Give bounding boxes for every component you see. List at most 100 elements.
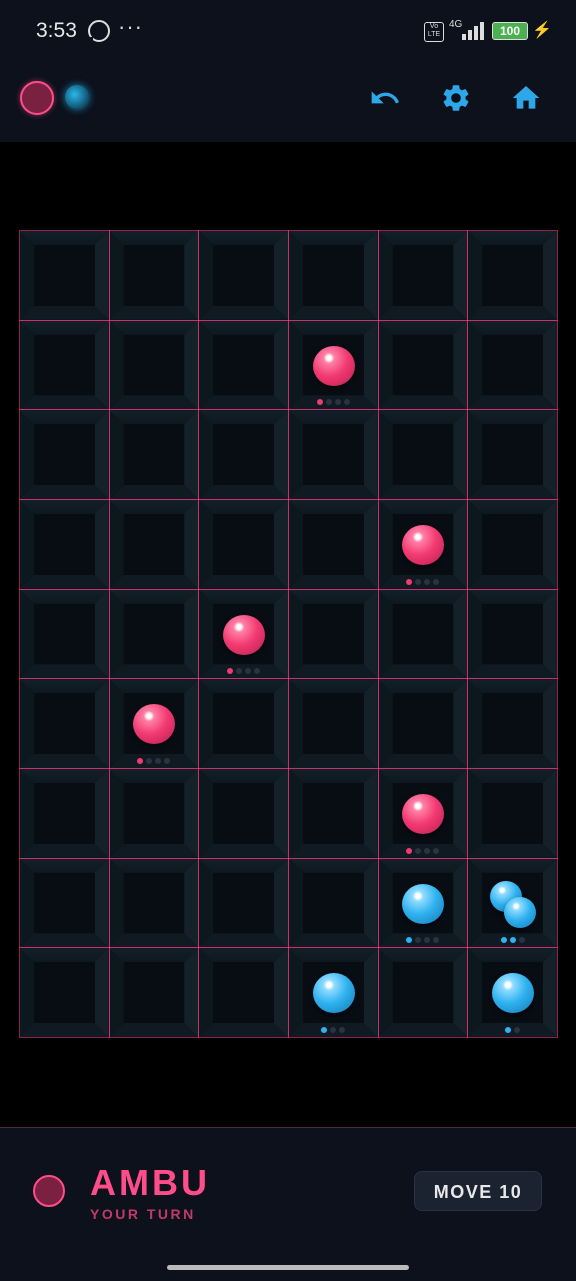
board-cell[interactable]: [467, 409, 558, 500]
board-cell[interactable]: [377, 947, 469, 1038]
board-cell[interactable]: [288, 499, 379, 590]
board-cell[interactable]: [377, 499, 469, 590]
board-cell[interactable]: [377, 857, 469, 949]
board-cell[interactable]: [108, 768, 200, 859]
turn-status: YOUR TURN: [90, 1206, 196, 1222]
board-cell[interactable]: [198, 947, 289, 1038]
home-icon[interactable]: [510, 82, 542, 114]
board-cell[interactable]: [19, 588, 110, 680]
board-cell[interactable]: [19, 857, 110, 949]
board-cell[interactable]: [108, 230, 200, 321]
board-cell[interactable]: [19, 230, 110, 321]
orb-capacity-indicator: [379, 578, 468, 585]
board-cell[interactable]: [19, 499, 110, 590]
game-top-bar: [0, 64, 576, 142]
board-cell[interactable]: [377, 319, 469, 411]
status-time: 3:53: [36, 19, 77, 42]
board-cell[interactable]: [108, 499, 200, 590]
capacity-pip: [236, 668, 243, 675]
capacity-pip: [433, 847, 440, 854]
board-cell[interactable]: [467, 319, 558, 411]
board-cell[interactable]: [19, 319, 110, 411]
capacity-pip: [227, 668, 234, 675]
capacity-pip: [155, 757, 162, 764]
board-cell[interactable]: [377, 678, 469, 769]
board-cell[interactable]: [377, 768, 469, 859]
orb-capacity-indicator: [468, 1026, 557, 1033]
board-cell[interactable]: [288, 319, 379, 411]
orb-capacity-indicator: [379, 847, 468, 854]
board-cell[interactable]: [288, 857, 379, 949]
board-cell[interactable]: [108, 588, 200, 680]
player2-indicator: [65, 85, 89, 109]
move-counter-badge: MOVE 10: [414, 1171, 542, 1211]
home-indicator-bar[interactable]: [167, 1265, 409, 1270]
capacity-pip: [505, 1026, 512, 1033]
board-cell[interactable]: [19, 768, 110, 859]
board-cell[interactable]: [467, 588, 558, 680]
board-cell[interactable]: [288, 678, 379, 769]
capacity-pip: [415, 937, 422, 944]
board-cell[interactable]: [198, 319, 289, 411]
blue-orb: [312, 973, 355, 1014]
capacity-pip: [514, 1026, 521, 1033]
blue-orb: [504, 896, 537, 928]
board-cell[interactable]: [288, 230, 379, 321]
board-cell[interactable]: [288, 409, 379, 500]
player-name: AMBU: [90, 1162, 210, 1203]
board-cell[interactable]: [467, 857, 558, 949]
board-cell[interactable]: [198, 230, 289, 321]
orb-capacity-indicator: [379, 937, 468, 944]
board-cell[interactable]: [467, 678, 558, 769]
board-cell[interactable]: [198, 499, 289, 590]
board-cell[interactable]: [288, 947, 379, 1038]
capacity-pip: [339, 1026, 346, 1033]
board-cell[interactable]: [108, 947, 200, 1038]
capacity-pip: [415, 847, 422, 854]
orb-capacity-indicator: [289, 399, 378, 406]
orb-capacity-indicator: [199, 668, 288, 675]
board-cell[interactable]: [108, 857, 200, 949]
board-cell[interactable]: [19, 678, 110, 769]
capacity-pip: [424, 937, 431, 944]
board-cell[interactable]: [467, 499, 558, 590]
pink-orb: [312, 345, 355, 386]
settings-gear-icon[interactable]: [440, 82, 472, 114]
capacity-pip: [245, 668, 252, 675]
capacity-pip: [321, 1026, 328, 1033]
board-cell[interactable]: [198, 588, 289, 680]
board-cell[interactable]: [198, 768, 289, 859]
board-cell[interactable]: [288, 768, 379, 859]
board-cell[interactable]: [377, 230, 469, 321]
capacity-pip: [424, 578, 431, 585]
board-cell[interactable]: [198, 678, 289, 769]
pink-orb: [223, 614, 266, 655]
board-cell[interactable]: [467, 947, 558, 1038]
capacity-pip: [146, 757, 153, 764]
orb-capacity-indicator: [289, 1026, 378, 1033]
capacity-pip: [325, 399, 332, 406]
board-cell[interactable]: [288, 588, 379, 680]
capacity-pip: [164, 757, 171, 764]
orb-capacity-indicator: [468, 937, 557, 944]
game-board: [19, 230, 558, 1038]
board-cell[interactable]: [108, 678, 200, 769]
board-cell[interactable]: [377, 588, 469, 680]
volte-icon: Vo LTE: [424, 22, 444, 42]
capacity-pip: [254, 668, 261, 675]
capacity-pip: [518, 937, 525, 944]
board-cell[interactable]: [467, 230, 558, 321]
board-cell[interactable]: [19, 947, 110, 1038]
board-cell[interactable]: [19, 409, 110, 500]
status-bar: 3:53 ··· Vo LTE 4G 100 ⚡: [0, 0, 576, 64]
board-cell[interactable]: [198, 857, 289, 949]
capacity-pip: [406, 937, 413, 944]
board-cell[interactable]: [108, 409, 200, 500]
board-cell[interactable]: [108, 319, 200, 411]
board-cell[interactable]: [467, 768, 558, 859]
capacity-pip: [509, 937, 516, 944]
board-cell[interactable]: [198, 409, 289, 500]
more-notifications-icon: ···: [118, 14, 143, 39]
undo-icon[interactable]: [369, 82, 401, 114]
board-cell[interactable]: [377, 409, 469, 500]
